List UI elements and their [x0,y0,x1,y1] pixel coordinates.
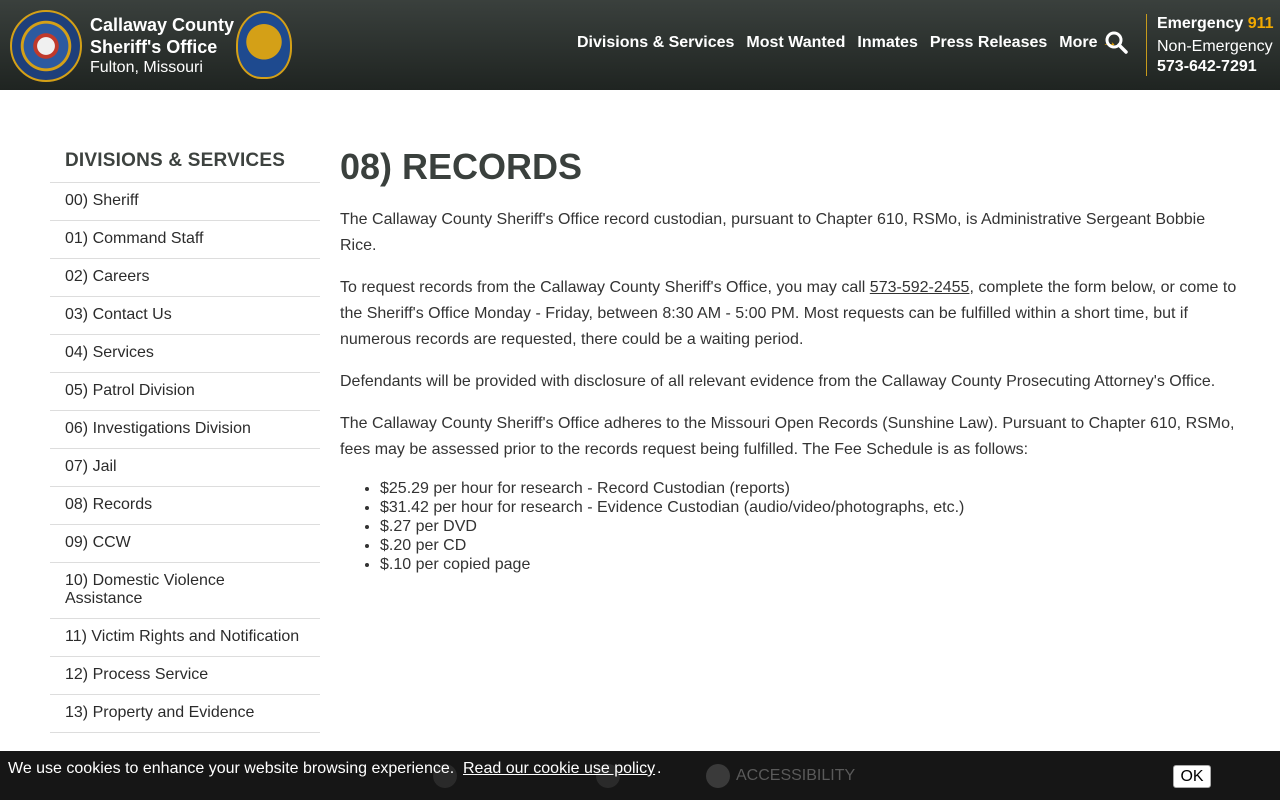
sidebar-item-sheriff[interactable]: 00) Sheriff [50,183,320,221]
nav-press-releases[interactable]: Press Releases [930,34,1047,52]
emergency-contacts: Emergency 911 Non-Emergency 573-642-7291 [1157,13,1277,77]
sidebar-item-jail[interactable]: 07) Jail [50,449,320,487]
brand[interactable]: Callaway County Sheriff's Office Fulton,… [90,14,234,78]
sidebar-item-patrol-division[interactable]: 05) Patrol Division [50,373,320,411]
sidebar-item-careers[interactable]: 02) Careers [50,259,320,297]
cookie-banner: ACCESSIBILITY We use cookies to enhance … [0,751,1280,800]
accessibility-button[interactable]: ACCESSIBILITY [706,764,855,788]
site-header: Callaway County Sheriff's Office Fulton,… [0,0,1280,90]
search-icon[interactable] [1104,30,1128,54]
sidebar-item-ccw[interactable]: 09) CCW [50,525,320,563]
nav-more-label: More [1059,34,1098,51]
header-divider [1146,14,1147,76]
law-enforcement-badge-logo [236,11,292,79]
sidebar-item-contact-us[interactable]: 03) Contact Us [50,297,320,335]
org-location: Fulton, Missouri [90,59,203,76]
list-item: $.20 per CD [380,536,1240,555]
sidebar-item-victim-rights[interactable]: 11) Victim Rights and Notification [50,619,320,657]
emergency-number: 911 [1247,15,1274,32]
sidebar-item-property-evidence[interactable]: 13) Property and Evidence [50,695,320,733]
list-item: $.27 per DVD [380,517,1240,536]
org-name-line1: Callaway County [90,15,235,35]
sidebar-item-command-staff[interactable]: 01) Command Staff [50,221,320,259]
list-item: $31.42 per hour for research - Evidence … [380,498,1240,517]
cookie-policy-link[interactable]: Read our cookie use policy [463,760,655,778]
fee-schedule-list: $25.29 per hour for research - Record Cu… [380,479,1240,574]
request-text-before: To request records from the Callaway Cou… [340,279,870,296]
list-item: $.10 per copied page [380,555,1240,574]
nav-divisions-services[interactable]: Divisions & Services [577,34,734,52]
emergency-line[interactable]: Emergency 911 [1157,13,1277,35]
list-item: $25.29 per hour for research - Record Cu… [380,479,1240,498]
main-nav: Divisions & Services Most Wanted Inmates… [577,34,1118,52]
main-content: 08) RECORDS The Callaway County Sheriff'… [340,145,1240,574]
page-title: 08) RECORDS [340,146,583,187]
non-emergency-number[interactable]: 573-642-7291 [1157,57,1277,77]
sidebar-item-domestic-violence-assistance[interactable]: 10) Domestic Violence Assistance [50,563,320,619]
sidebar-title: DIVISIONS & SERVICES [50,150,320,183]
nav-most-wanted[interactable]: Most Wanted [746,34,845,52]
sidebar-item-records[interactable]: 08) Records [50,487,320,525]
accessibility-label: ACCESSIBILITY [736,767,856,784]
nav-inmates[interactable]: Inmates [857,34,917,52]
cookie-period: . [657,760,662,777]
cookie-message: We use cookies to enhance your website b… [8,760,455,777]
cookie-ok-button[interactable]: OK [1173,765,1211,788]
custodian-paragraph: The Callaway County Sheriff's Office rec… [340,211,1206,254]
records-phone-link[interactable]: 573-592-2455 [870,279,970,296]
non-emergency-label: Non-Emergency [1157,38,1273,55]
emergency-label: Emergency [1157,15,1244,32]
sidebar-item-services[interactable]: 04) Services [50,335,320,373]
sidebar-item-process-service[interactable]: 12) Process Service [50,657,320,695]
org-name-line2: Sheriff's Office [90,37,218,57]
sidebar-item-investigations-division[interactable]: 06) Investigations Division [50,411,320,449]
defendants-paragraph: Defendants will be provided with disclos… [340,373,1216,390]
sidebar: DIVISIONS & SERVICES 00) Sheriff 01) Com… [50,150,320,733]
sheriff-seal-logo[interactable] [10,10,82,82]
accessibility-icon [706,764,730,788]
request-paragraph: To request records from the Callaway Cou… [340,275,1240,353]
sunshine-law-paragraph: The Callaway County Sheriff's Office adh… [340,415,1235,458]
